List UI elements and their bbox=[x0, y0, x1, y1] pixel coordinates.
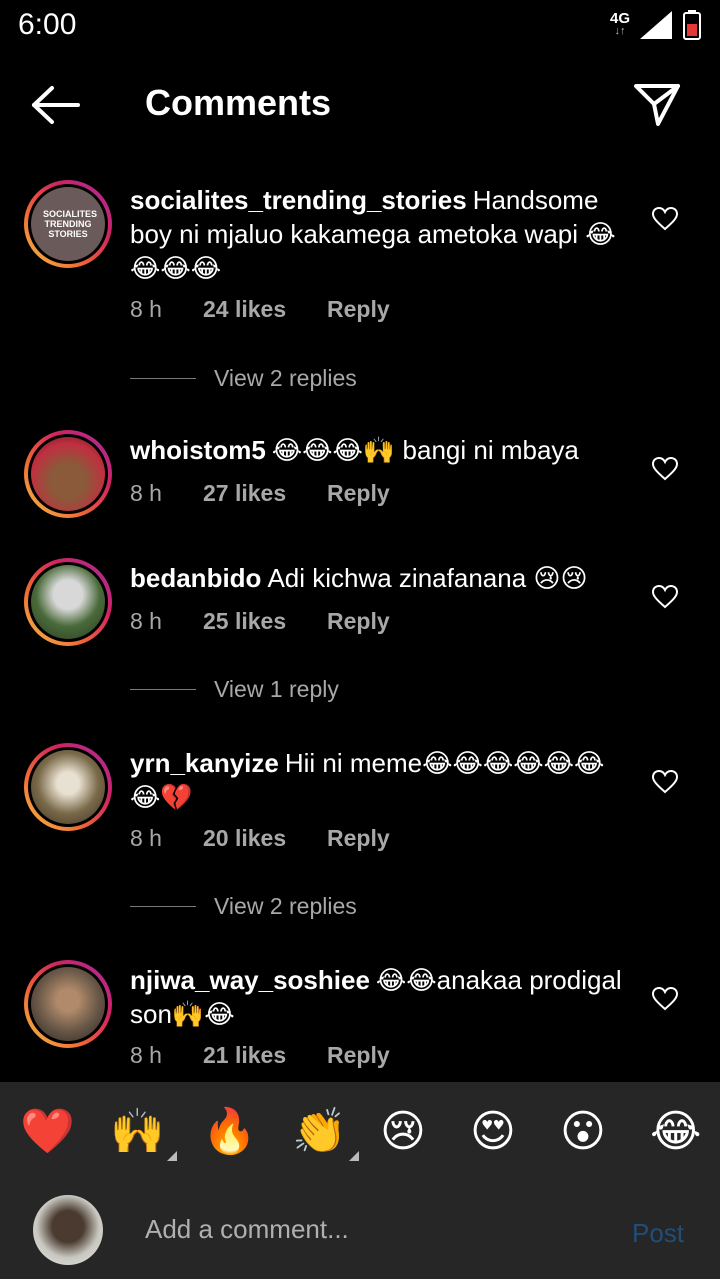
network-type: 4G bbox=[609, 10, 630, 27]
comment-body: Adi kichwa zinafanana 😢😢 bbox=[267, 563, 588, 593]
comment-text: bedanbido Adi kichwa zinafanana 😢😢 bbox=[130, 561, 630, 595]
user-avatar bbox=[33, 1195, 103, 1265]
avatar-label: SOCIALITES TRENDING STORIES bbox=[43, 209, 98, 239]
comment-body: 😂😂😂🙌 bangi ni mbaya bbox=[271, 435, 579, 465]
heart-icon[interactable] bbox=[652, 457, 678, 481]
comment-likes[interactable]: 27 likes bbox=[203, 480, 327, 507]
comment-text: yrn_kanyize Hii ni meme😂😂😂😂😂😂😂💔 bbox=[130, 746, 630, 814]
comment-composer: Add a comment... Post bbox=[0, 1182, 720, 1279]
surprised-emoji-button[interactable]: 😮 bbox=[560, 1107, 606, 1157]
view-replies-button[interactable]: View 2 replies bbox=[130, 365, 357, 392]
reply-button[interactable]: Reply bbox=[327, 608, 390, 635]
reply-button[interactable]: Reply bbox=[327, 296, 390, 323]
divider bbox=[130, 378, 196, 379]
comment-meta: 8 h 25 likes Reply bbox=[130, 608, 390, 635]
comment-meta: 8 h 20 likes Reply bbox=[130, 825, 390, 852]
avatar[interactable] bbox=[24, 430, 112, 518]
comment-likes[interactable]: 24 likes bbox=[203, 296, 327, 323]
comment-text: whoistom5 😂😂😂🙌 bangi ni mbaya bbox=[130, 433, 630, 467]
view-replies-button[interactable]: View 2 replies bbox=[130, 893, 357, 920]
status-bar: 6:00 4G ↓↑ bbox=[0, 0, 720, 50]
heart-icon[interactable] bbox=[652, 987, 678, 1011]
back-arrow-icon[interactable] bbox=[30, 85, 82, 125]
comment-meta: 8 h 27 likes Reply bbox=[130, 480, 390, 507]
comment-input[interactable]: Add a comment... bbox=[145, 1214, 349, 1245]
heart-icon[interactable] bbox=[652, 770, 678, 794]
comment-username[interactable]: yrn_kanyize bbox=[130, 748, 279, 778]
heart-icon[interactable] bbox=[652, 585, 678, 609]
comment-username[interactable]: socialites_trending_stories bbox=[130, 185, 467, 215]
signal-icon bbox=[640, 11, 672, 39]
reply-button[interactable]: Reply bbox=[327, 825, 390, 852]
laughing-emoji-button[interactable]: 😂 bbox=[650, 1107, 701, 1157]
comment-username[interactable]: njiwa_way_soshiee bbox=[130, 965, 370, 995]
fire-emoji-button[interactable]: 🔥 bbox=[202, 1107, 257, 1157]
view-replies-label: View 2 replies bbox=[214, 893, 357, 919]
view-replies-label: View 2 replies bbox=[214, 365, 357, 391]
heart-emoji-button[interactable]: ❤️ bbox=[20, 1107, 75, 1157]
clapping-emoji: 👏 bbox=[292, 1107, 347, 1156]
comment-time: 8 h bbox=[130, 480, 162, 506]
raised-hands-emoji-button[interactable]: 🙌 bbox=[110, 1107, 177, 1161]
heart-eyes-emoji-button[interactable]: 😍 bbox=[470, 1107, 516, 1157]
comment-meta: 8 h 24 likes Reply bbox=[130, 296, 390, 323]
avatar[interactable]: SOCIALITES TRENDING STORIES bbox=[24, 180, 112, 268]
status-icons: 4G ↓↑ bbox=[610, 10, 702, 40]
battery-icon bbox=[683, 10, 701, 40]
reply-button[interactable]: Reply bbox=[327, 480, 390, 507]
divider bbox=[130, 906, 196, 907]
view-replies-button[interactable]: View 1 reply bbox=[130, 676, 339, 703]
comment-likes[interactable]: 21 likes bbox=[203, 1042, 327, 1069]
status-time: 6:00 bbox=[18, 8, 77, 41]
header: Comments bbox=[0, 60, 720, 150]
divider bbox=[130, 689, 196, 690]
comment-likes[interactable]: 20 likes bbox=[203, 825, 327, 852]
crying-emoji-button[interactable]: 😢 bbox=[380, 1107, 426, 1157]
emoji-bar: ❤️ 🙌 🔥 👏 😢 😍 😮 😂 bbox=[0, 1082, 720, 1182]
comment-username[interactable]: whoistom5 bbox=[130, 435, 266, 465]
comment-likes[interactable]: 25 likes bbox=[203, 608, 327, 635]
comment-time: 8 h bbox=[130, 825, 162, 851]
comment-text: njiwa_way_soshiee 😂😂anakaa prodigal son🙌😂 bbox=[130, 963, 630, 1031]
view-replies-label: View 1 reply bbox=[214, 676, 339, 702]
avatar[interactable] bbox=[24, 960, 112, 1048]
send-icon[interactable] bbox=[632, 80, 682, 130]
comment-time: 8 h bbox=[130, 608, 162, 634]
comment-username[interactable]: bedanbido bbox=[130, 563, 261, 593]
network-indicator: 4G ↓↑ bbox=[609, 10, 630, 38]
comment-time: 8 h bbox=[130, 1042, 162, 1068]
comment-meta: 8 h 21 likes Reply bbox=[130, 1042, 390, 1069]
reply-button[interactable]: Reply bbox=[327, 1042, 390, 1069]
avatar[interactable] bbox=[24, 743, 112, 831]
raised-hands-emoji: 🙌 bbox=[110, 1107, 165, 1156]
heart-icon[interactable] bbox=[652, 207, 678, 231]
comment-text: socialites_trending_stories Handsome boy … bbox=[130, 183, 630, 285]
page-title: Comments bbox=[145, 82, 332, 123]
comment-time: 8 h bbox=[130, 296, 162, 322]
skin-tone-indicator bbox=[166, 1151, 177, 1161]
skin-tone-indicator bbox=[348, 1151, 359, 1161]
avatar[interactable] bbox=[24, 558, 112, 646]
post-button[interactable]: Post bbox=[632, 1218, 684, 1249]
clapping-emoji-button[interactable]: 👏 bbox=[292, 1107, 359, 1161]
